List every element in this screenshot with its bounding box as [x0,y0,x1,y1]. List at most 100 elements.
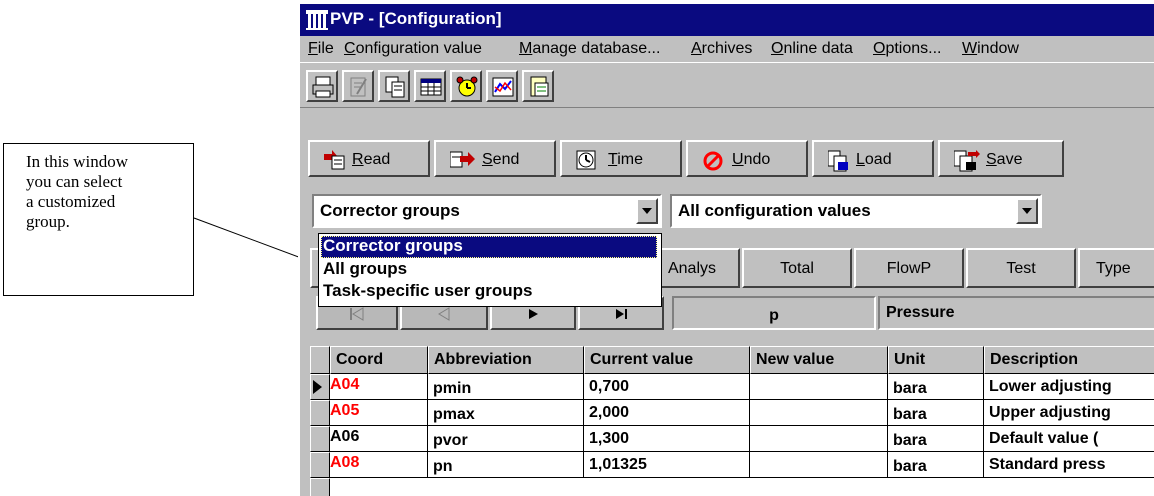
chart-button[interactable] [486,70,518,102]
load-mnemonic: L [856,151,865,168]
dropdown-option-task-specific-groups[interactable]: Task-specific user groups [321,281,657,303]
group-dropdown-list: Corrector groups All groups Task-specifi… [318,233,662,307]
menu-configuration-value[interactable]: Configuration value [344,40,482,58]
row-indicator[interactable] [310,452,330,478]
read-rest: ead [363,151,391,168]
header-unit[interactable]: Unit [888,346,984,374]
config-values-select-arrow[interactable] [1016,198,1038,224]
copy-button[interactable] [378,70,410,102]
note-button[interactable] [522,70,554,102]
menu-archives-mnemonic: A [691,40,702,57]
row-indicator[interactable] [310,426,330,452]
undo-icon [703,151,723,171]
menu-file-rest: ile [317,40,334,57]
send-mnemonic: S [482,151,493,168]
print-icon [312,76,334,98]
menu-options[interactable]: Options... [873,40,941,58]
cell-abbreviation[interactable]: pn [428,452,584,478]
print-button[interactable] [306,70,338,102]
cell-new-value[interactable] [750,452,888,478]
cell-description[interactable]: Upper adjusting [984,400,1154,426]
edit-disabled-icon [350,77,367,97]
tab-flowp[interactable]: FlowP [854,248,964,288]
cell-abbreviation[interactable]: pmax [428,400,584,426]
dropdown-option-corrector-groups[interactable]: Corrector groups [321,236,657,258]
header-current-value[interactable]: Current value [584,346,750,374]
send-button[interactable]: Send [434,140,556,177]
menu-archives[interactable]: Archives [691,40,752,58]
cell-new-value[interactable] [750,400,888,426]
cell-abbreviation[interactable]: pmin [428,374,584,400]
read-label: Read [352,151,390,169]
menu-file-mnemonic: F [308,40,318,57]
cell-unit[interactable]: bara [888,400,984,426]
cell-coord[interactable]: A06 [330,426,428,452]
cell-description[interactable]: Lower adjusting [984,374,1154,400]
tab-type-label: Type [1096,260,1131,277]
menu-options-rest: ptions... [885,40,942,57]
callout-line-3: a customized [26,192,116,211]
cell-coord[interactable]: A08 [330,452,428,478]
load-button[interactable]: Load [812,140,934,177]
tab-type[interactable]: Type [1078,248,1154,288]
grid-corner [310,346,330,374]
cell-current-value[interactable]: 1,01325 [584,452,750,478]
cell-new-value[interactable] [750,426,888,452]
dropdown-option-all-groups[interactable]: All groups [321,259,657,281]
config-values-select[interactable]: All configuration values [670,194,1042,228]
menu-manage-database[interactable]: Manage database... [519,40,660,58]
cell-coord[interactable]: A05 [330,400,428,426]
table-button[interactable] [414,70,446,102]
config-values-select-value: All configuration values [678,201,871,220]
cell-new-value[interactable] [750,374,888,400]
callout-line-2: you can select [26,172,123,191]
group-select[interactable]: Corrector groups [312,194,662,228]
row-indicator[interactable] [310,478,330,496]
cell-unit[interactable]: bara [888,374,984,400]
cell-coord[interactable]: A04 [330,374,428,400]
menu-online-data[interactable]: Online data [771,40,853,58]
menu-configuration-mnemonic: C [344,40,356,57]
edit-button[interactable] [342,70,374,102]
header-new-value[interactable]: New value [750,346,888,374]
row-indicator[interactable] [310,400,330,426]
cell-description[interactable]: Standard press [984,452,1154,478]
menu-file[interactable]: File [308,40,334,58]
config-values-grid: Coord Abbreviation Current value New val… [310,346,1154,496]
menu-window-rest: indow [977,40,1019,57]
cell-current-value[interactable]: 0,700 [584,374,750,400]
last-record-icon [616,309,627,319]
tab-total[interactable]: Total [742,248,852,288]
cell-description[interactable]: Default value ( [984,426,1154,452]
cell-unit[interactable]: bara [888,426,984,452]
time-rest: ime [617,151,643,168]
tab-test[interactable]: Test [966,248,1076,288]
header-description[interactable]: Description [984,346,1154,374]
menu-window[interactable]: Window [962,40,1019,58]
cell-current-value[interactable]: 1,300 [584,426,750,452]
abbreviation-value: p [769,307,779,324]
prev-record-icon [438,307,450,321]
menu-online-mnemonic: O [771,40,784,57]
header-coord[interactable]: Coord [330,346,428,374]
header-abbreviation[interactable]: Abbreviation [428,346,584,374]
group-select-arrow[interactable] [636,198,658,224]
note-icon [530,76,549,97]
pvp-window: PVP - [Configuration] File Configuration… [298,4,1154,496]
save-button[interactable]: Save [938,140,1064,177]
row-indicator[interactable] [310,374,330,400]
undo-button[interactable]: Undo [686,140,808,177]
copy-icon [385,76,405,98]
menu-manage-mnemonic: M [519,40,533,57]
icon-toolbar [300,62,1154,108]
cell-unit[interactable]: bara [888,452,984,478]
alarm-button[interactable] [450,70,482,102]
time-button[interactable]: Time [560,140,682,177]
current-row-pointer-icon [313,380,322,394]
read-button[interactable]: Read [308,140,430,177]
action-toolbar: Read Send Time Undo Load Save [300,140,1154,180]
undo-mnemonic: U [732,151,744,168]
title-bar[interactable]: PVP - [Configuration] [300,4,1154,36]
cell-abbreviation[interactable]: pvor [428,426,584,452]
cell-current-value[interactable]: 2,000 [584,400,750,426]
